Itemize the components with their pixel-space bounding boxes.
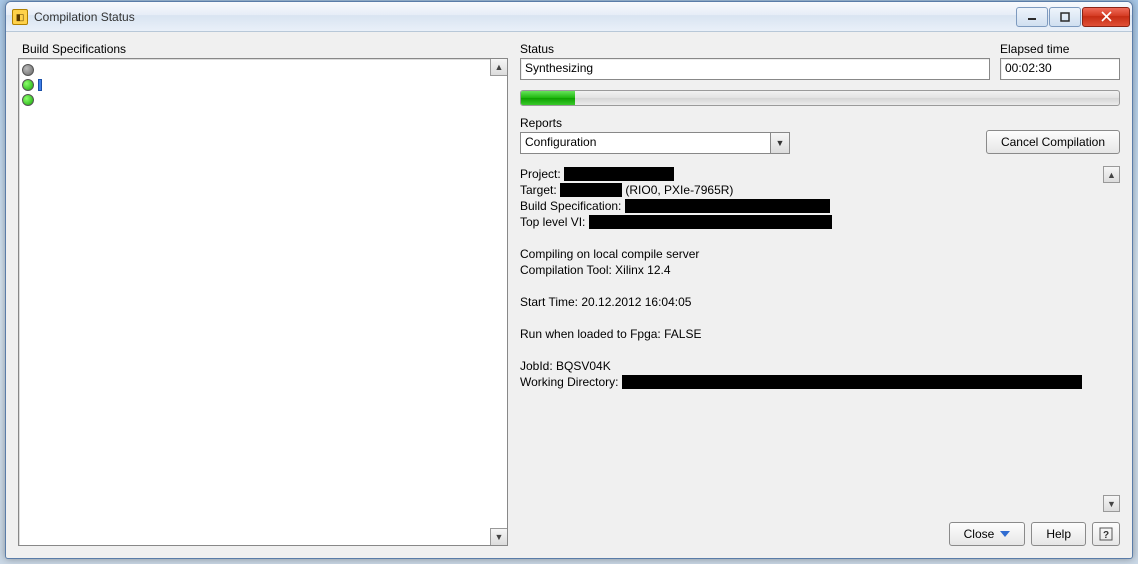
build-spec-item[interactable]: [22, 62, 504, 77]
target-label: Target:: [520, 183, 557, 197]
window-title: Compilation Status: [34, 10, 1015, 24]
scroll-up-button[interactable]: ▲: [490, 59, 507, 76]
workdir-label: Working Directory:: [520, 375, 618, 389]
build-spec-list[interactable]: ▲ ▼: [18, 58, 508, 546]
reports-combo-value: Configuration: [520, 132, 770, 154]
redacted-text: [564, 167, 674, 181]
redacted-text: [622, 375, 1082, 389]
report-line: Compiling on local compile server: [520, 246, 1102, 262]
reports-label: Reports: [520, 116, 790, 130]
report-text-area[interactable]: ▲ Project: Target: (RIO0, PXIe-7965R) Bu…: [520, 166, 1120, 512]
status-dot-grey-icon: [22, 64, 34, 76]
build-spec-item[interactable]: [22, 92, 504, 107]
report-line: Start Time: 20.12.2012 16:04:05: [520, 294, 1102, 310]
report-line: Run when loaded to Fpga: FALSE: [520, 326, 1102, 342]
close-button-label: Close: [964, 527, 995, 541]
cancel-compilation-button[interactable]: Cancel Compilation: [986, 130, 1120, 154]
redacted-text: [560, 183, 622, 197]
close-button[interactable]: Close: [949, 522, 1026, 546]
right-pane: Status Synthesizing Elapsed time 00:02:3…: [520, 42, 1120, 546]
redacted-text: [589, 215, 832, 229]
report-line: Build Specification:: [520, 198, 1102, 214]
progress-bar: [520, 90, 1120, 106]
combo-dropdown-button[interactable]: ▼: [770, 132, 790, 154]
build-spec-item[interactable]: [22, 77, 504, 92]
report-blank-line: [520, 310, 1102, 326]
target-suffix: (RIO0, PXIe-7965R): [625, 183, 733, 197]
report-line: Target: (RIO0, PXIe-7965R): [520, 182, 1102, 198]
reports-combo[interactable]: Configuration ▼: [520, 132, 790, 154]
status-dot-green-icon: [22, 79, 34, 91]
report-line: JobId: BQSV04K: [520, 358, 1102, 374]
report-blank-line: [520, 278, 1102, 294]
svg-text:?: ?: [1103, 530, 1109, 541]
maximize-button[interactable]: [1049, 7, 1081, 27]
context-help-icon: ?: [1099, 527, 1113, 541]
status-field: Synthesizing: [520, 58, 990, 80]
elapsed-field: 00:02:30: [1000, 58, 1120, 80]
window-controls: [1015, 7, 1130, 27]
buildspec-label: Build Specification:: [520, 199, 621, 213]
context-help-button[interactable]: ?: [1092, 522, 1120, 546]
left-pane: Build Specifications ▲ ▼: [18, 42, 508, 546]
status-dot-green-icon: [22, 94, 34, 106]
project-label: Project:: [520, 167, 561, 181]
minimize-button[interactable]: [1016, 7, 1048, 27]
report-line: Project:: [520, 166, 1102, 182]
report-line: Working Directory:: [520, 374, 1102, 390]
app-icon: ◧: [12, 9, 28, 25]
bottom-button-bar: Close Help ?: [520, 522, 1120, 546]
titlebar: ◧ Compilation Status: [6, 2, 1132, 32]
report-blank-line: [520, 230, 1102, 246]
report-line: Top level VI:: [520, 214, 1102, 230]
report-blank-line: [520, 342, 1102, 358]
scroll-up-button[interactable]: ▲: [1103, 166, 1120, 183]
status-label: Status: [520, 42, 990, 56]
window: ◧ Compilation Status Build Specification…: [5, 1, 1133, 559]
elapsed-label: Elapsed time: [1000, 42, 1120, 56]
redacted-text: [625, 199, 830, 213]
scroll-down-button[interactable]: ▼: [490, 528, 507, 545]
report-line: Compilation Tool: Xilinx 12.4: [520, 262, 1102, 278]
client-area: Build Specifications ▲ ▼: [6, 32, 1132, 558]
selection-marker-icon: [38, 79, 42, 91]
help-button[interactable]: Help: [1031, 522, 1086, 546]
close-window-button[interactable]: [1082, 7, 1130, 27]
chevron-down-icon: [1000, 531, 1010, 537]
scroll-down-button[interactable]: ▼: [1103, 495, 1120, 512]
toplevel-label: Top level VI:: [520, 215, 585, 229]
build-spec-label: Build Specifications: [22, 42, 508, 56]
progress-fill: [521, 91, 575, 105]
